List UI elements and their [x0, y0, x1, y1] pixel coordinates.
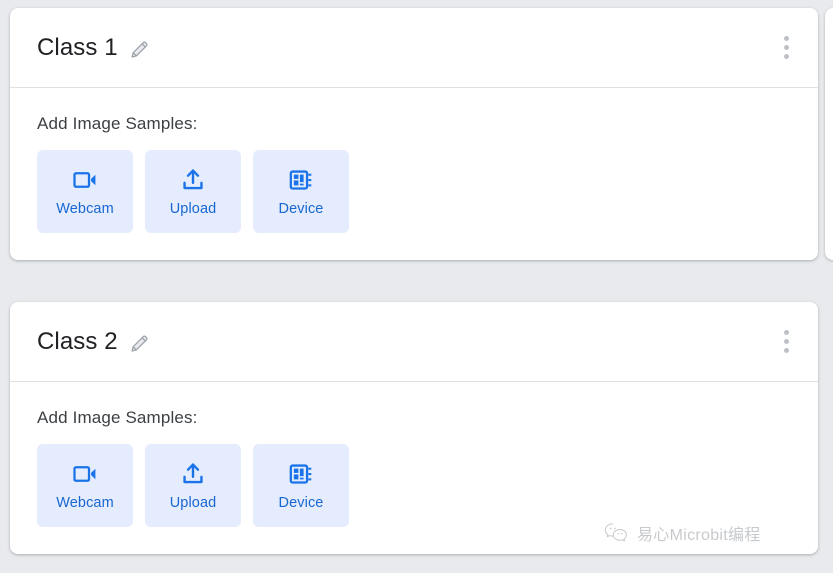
adjacent-card-edge: [825, 8, 833, 260]
class-card-header: Class 2: [10, 302, 818, 382]
kebab-dot: [783, 36, 789, 41]
device-button-label: Device: [278, 494, 324, 511]
add-image-samples-label: Add Image Samples:: [37, 114, 198, 133]
class-title: Class 2: [37, 327, 118, 355]
upload-icon: [183, 169, 203, 189]
add-image-samples-label: Add Image Samples:: [37, 408, 198, 427]
pencil-icon[interactable]: [129, 331, 151, 353]
webcam-button[interactable]: Webcam: [37, 444, 133, 527]
kebab-dot: [783, 339, 789, 344]
kebab-menu-icon[interactable]: [772, 326, 800, 358]
kebab-dot: [783, 348, 789, 353]
webcam-icon: [73, 171, 96, 188]
webcam-button[interactable]: Webcam: [37, 150, 133, 233]
device-button[interactable]: Device: [253, 444, 349, 527]
webcam-button-label: Webcam: [56, 200, 114, 217]
class-card: Class 2 Add Image Samples: Webcam Upload…: [10, 302, 818, 554]
webcam-button-label: Webcam: [56, 494, 114, 511]
upload-button-label: Upload: [169, 494, 217, 511]
device-chip-icon: [289, 464, 312, 484]
kebab-dot: [783, 54, 789, 59]
class-card-body: Add Image Samples: Webcam Upload Device: [10, 382, 818, 527]
kebab-dot: [783, 330, 789, 335]
webcam-icon: [73, 465, 96, 482]
device-button[interactable]: Device: [253, 150, 349, 233]
class-title: Class 1: [37, 33, 118, 61]
class-card-body: Add Image Samples: Webcam Upload Device: [10, 88, 818, 233]
upload-button-label: Upload: [169, 200, 217, 217]
pencil-icon[interactable]: [129, 37, 151, 59]
device-button-label: Device: [278, 200, 324, 217]
upload-button[interactable]: Upload: [145, 150, 241, 233]
class-card: Class 1 Add Image Samples: Webcam Upload…: [10, 8, 818, 260]
kebab-menu-icon[interactable]: [772, 32, 800, 64]
sample-source-buttons: Webcam Upload Device: [37, 150, 818, 233]
sample-source-buttons: Webcam Upload Device: [37, 444, 818, 527]
class-card-header: Class 1: [10, 8, 818, 88]
upload-icon: [183, 463, 203, 483]
upload-button[interactable]: Upload: [145, 444, 241, 527]
kebab-dot: [783, 45, 789, 50]
device-chip-icon: [289, 170, 312, 190]
